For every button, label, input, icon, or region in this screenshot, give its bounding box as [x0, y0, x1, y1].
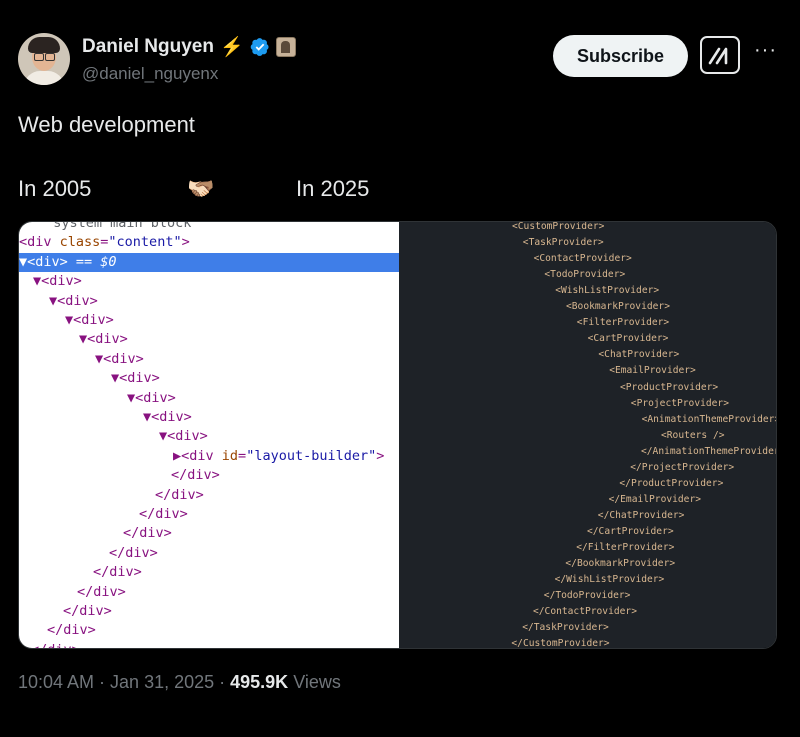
code-line: </ProductProvider> [619, 477, 724, 489]
more-options-icon[interactable]: ··· [754, 39, 777, 62]
label-2005: In 2005 [18, 176, 92, 201]
tweet-meta: 10:04 AM · Jan 31, 2025 · 495.9K Views [18, 672, 341, 693]
affiliate-badge-icon[interactable] [275, 37, 296, 57]
verified-badge-icon[interactable] [250, 37, 270, 57]
tweet-header: Daniel Nguyen ⚡ @daniel_nguyenx Subscrib… [18, 33, 782, 89]
code-line: <TodoProvider> [544, 269, 626, 281]
devtools-node-line[interactable]: ▼<div> [49, 292, 98, 311]
author-handle[interactable]: @daniel_nguyenx [82, 64, 218, 84]
tweet-timestamp[interactable]: 10:04 AM · Jan 31, 2025 · [18, 672, 230, 692]
provider-code-panel: <CustomProvider> <TaskProvider> <ContactPr… [399, 221, 777, 649]
devtools-node-line[interactable]: ▼<div> [79, 330, 128, 349]
devtools-node-line[interactable]: ▼<div> [95, 350, 144, 369]
devtools-node-line[interactable]: </div> [139, 505, 188, 524]
code-line: </TaskProvider> [522, 622, 609, 634]
devtools-node-line[interactable]: ▼<div> [159, 427, 208, 446]
code-line: <ContactProvider> [533, 253, 632, 265]
devtools-node-line[interactable]: </div> [77, 583, 126, 602]
devtools-node-line[interactable]: </div> [155, 486, 204, 505]
code-line: </AnimationThemeProvider> [641, 445, 777, 457]
devtools-node-line[interactable]: </div> [47, 621, 96, 640]
tweet-text: Web development [18, 112, 195, 137]
code-line: </EmailProvider> [608, 493, 702, 505]
code-line: </ChatProvider> [597, 509, 685, 521]
devtools-node-line[interactable]: ▶<div id="layout-builder"> [173, 447, 384, 466]
code-line: <BookmarkProvider> [566, 301, 670, 313]
devtools-node-line[interactable]: </div> [63, 602, 112, 621]
devtools-node-line[interactable]: ▼<div> [143, 408, 192, 427]
devtools-node-line[interactable]: </div> [123, 524, 172, 543]
code-line: <Routers /> [661, 429, 725, 441]
avatar[interactable] [18, 33, 70, 85]
devtools-node-line[interactable]: ▼<div> [111, 369, 160, 388]
views-label: Views [288, 672, 341, 692]
devtools-node-line[interactable]: <div class="content"> [19, 233, 190, 252]
code-line: <AnimationThemeProvider> [641, 413, 777, 425]
devtools-elements-panel: system main block <div class="content"> ▼<… [19, 222, 399, 648]
devtools-node-line[interactable]: </div> [109, 544, 158, 563]
code-line: <ProjectProvider> [630, 397, 729, 409]
tweet-media-image[interactable]: system main block <div class="content"> ▼<… [18, 221, 777, 649]
grok-icon[interactable] [700, 36, 740, 74]
devtools-node-line[interactable]: ▼<div> [65, 311, 114, 330]
code-line: </ContactProvider> [533, 606, 637, 618]
devtools-selected-node[interactable]: ▼<div> == $0 [19, 252, 399, 272]
code-line: <ProductProvider> [620, 381, 719, 393]
code-line: <EmailProvider> [609, 365, 696, 377]
devtools-node-line[interactable]: ▼<div> [127, 389, 176, 408]
author-name-row: Daniel Nguyen ⚡ [82, 36, 296, 58]
author-display-name[interactable]: Daniel Nguyen [82, 36, 214, 58]
lightning-bolt-icon: ⚡ [219, 36, 244, 58]
code-line: </BookmarkProvider> [565, 558, 676, 570]
label-2025: In 2025 [296, 176, 370, 201]
views-count: 495.9K [230, 672, 289, 692]
devtools-node-line[interactable]: </div> [93, 563, 142, 582]
code-line: <WishListProvider> [555, 285, 660, 297]
code-line: </CustomProvider> [511, 638, 610, 649]
code-line: <CartProvider> [587, 333, 669, 345]
devtools-node-line[interactable]: </div> [31, 641, 80, 648]
code-line: </FilterProvider> [576, 542, 675, 553]
code-line: <ChatProvider> [598, 349, 680, 361]
handshake-emoji: 🫱🏻‍🫲🏽 [187, 176, 215, 201]
code-line: <FilterProvider> [576, 317, 670, 329]
devtools-node-line[interactable]: ▼<div> [33, 272, 82, 291]
code-line: <TaskProvider> [522, 237, 604, 249]
subscribe-button[interactable]: Subscribe [553, 35, 688, 77]
code-line: </TodoProvider> [543, 590, 631, 602]
code-line: </WishListProvider> [554, 574, 665, 586]
devtools-node-line[interactable]: </div> [171, 466, 220, 485]
code-line: </CartProvider> [587, 525, 674, 537]
code-line: </ProjectProvider> [630, 461, 735, 473]
devtools-node-line[interactable]: system main block [37, 222, 191, 233]
code-line: <CustomProvider> [512, 221, 605, 232]
